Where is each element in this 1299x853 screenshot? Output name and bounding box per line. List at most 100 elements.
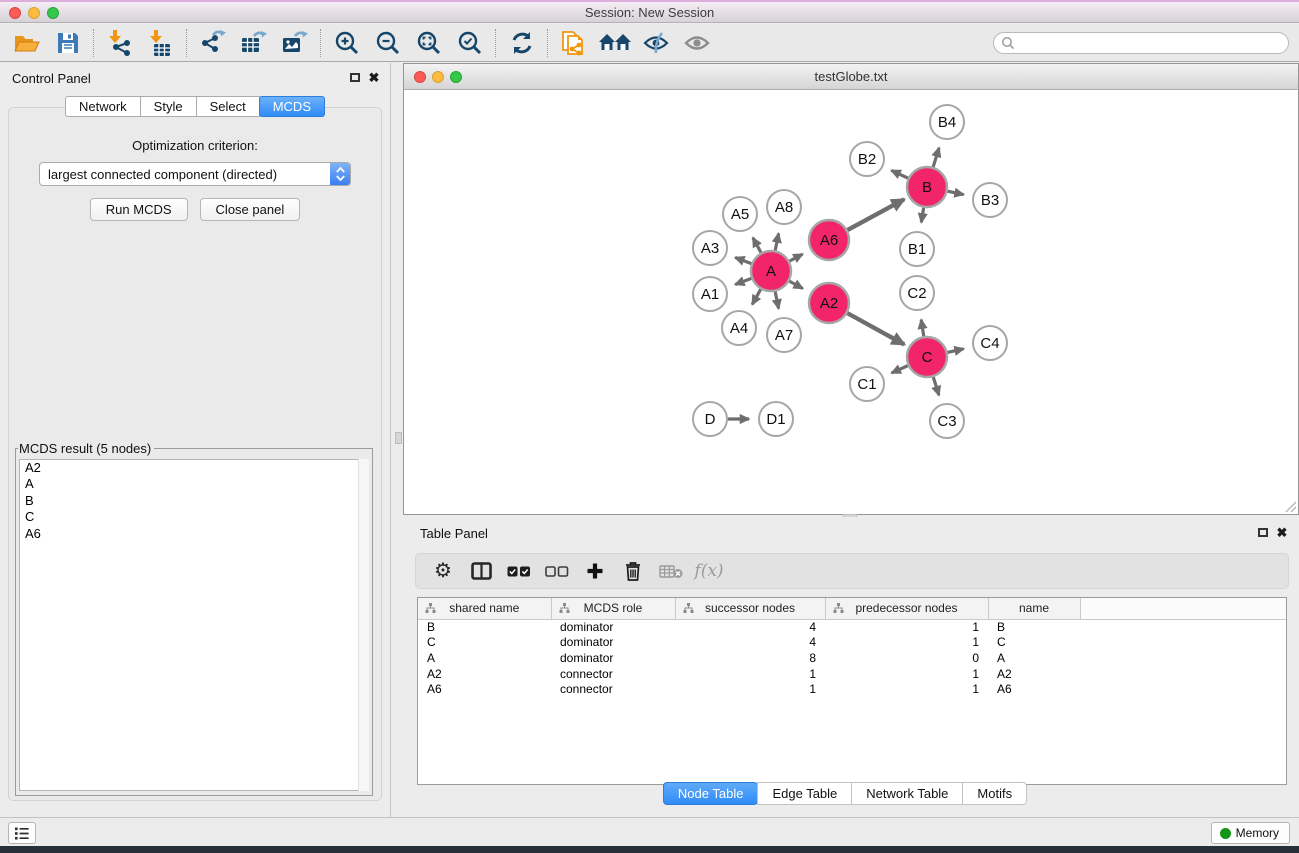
graph-edge-B-B2[interactable] xyxy=(891,170,908,178)
graph-node-A7[interactable]: A7 xyxy=(767,318,801,352)
graph-node-A4[interactable]: A4 xyxy=(722,311,756,345)
table-settings-button[interactable]: ⚙ xyxy=(424,556,462,586)
open-session-button[interactable] xyxy=(6,27,47,59)
deselect-all-rows-button[interactable] xyxy=(538,556,576,586)
function-builder-button[interactable]: f(x) xyxy=(690,556,728,586)
table-cell[interactable]: A2 xyxy=(418,666,551,682)
graph-node-A2[interactable]: A2 xyxy=(809,283,849,323)
graph-edge-A-A8[interactable] xyxy=(775,233,778,250)
result-list-item[interactable]: A xyxy=(20,476,368,492)
refresh-view-button[interactable] xyxy=(501,27,542,59)
show-all-button[interactable] xyxy=(676,27,717,59)
zoom-fit-button[interactable] xyxy=(408,27,449,59)
table-cell[interactable]: 1 xyxy=(675,681,825,697)
table-cell[interactable]: A2 xyxy=(988,666,1080,682)
close-table-panel-button[interactable]: ✖ xyxy=(1275,526,1289,539)
graph-edge-A-A7[interactable] xyxy=(775,292,778,309)
graph-node-B1[interactable]: B1 xyxy=(900,232,934,266)
column-header-predecessor-nodes[interactable]: predecessor nodes xyxy=(825,598,988,619)
float-table-panel-button[interactable] xyxy=(1256,526,1270,539)
column-header-MCDS-role[interactable]: MCDS role xyxy=(551,598,675,619)
import-table-button[interactable] xyxy=(140,27,181,59)
table-cell[interactable]: 1 xyxy=(825,666,988,682)
delete-column-button[interactable] xyxy=(614,556,652,586)
graph-edge-C-C4[interactable] xyxy=(947,349,963,353)
table-row[interactable]: A6connector11A6 xyxy=(418,681,1286,697)
table-cell[interactable]: dominator xyxy=(551,635,675,651)
table-cell[interactable]: A xyxy=(988,650,1080,666)
result-list-item[interactable]: A2 xyxy=(20,460,368,476)
graph-node-A8[interactable]: A8 xyxy=(767,190,801,224)
table-cell[interactable]: connector xyxy=(551,681,675,697)
graph-edge-B-B3[interactable] xyxy=(948,191,964,194)
show-columns-button[interactable] xyxy=(462,556,500,586)
graph-node-D[interactable]: D xyxy=(693,402,727,436)
save-session-button[interactable] xyxy=(47,27,88,59)
tab-edge-table[interactable]: Edge Table xyxy=(757,782,852,805)
graph-node-B4[interactable]: B4 xyxy=(930,105,964,139)
tab-network[interactable]: Network xyxy=(65,96,141,117)
graph-node-C1[interactable]: C1 xyxy=(850,367,884,401)
graph-edge-C-C2[interactable] xyxy=(921,320,924,337)
graph-node-A[interactable]: A xyxy=(751,251,791,291)
graph-edge-A-A2[interactable] xyxy=(789,281,802,288)
table-row[interactable]: Adominator80A xyxy=(418,650,1286,666)
table-cell[interactable]: A xyxy=(418,650,551,666)
graph-edge-A-A3[interactable] xyxy=(735,258,751,264)
window-resize-grip[interactable] xyxy=(1285,501,1297,513)
tab-network-table[interactable]: Network Table xyxy=(851,782,963,805)
tab-node-table[interactable]: Node Table xyxy=(663,782,759,805)
column-header-name[interactable]: name xyxy=(988,598,1080,619)
graph-node-C3[interactable]: C3 xyxy=(930,404,964,438)
graph-edge-A-A5[interactable] xyxy=(753,238,761,253)
table-cell[interactable]: 1 xyxy=(825,619,988,635)
graph-edge-B-B4[interactable] xyxy=(933,148,939,167)
graph-node-B2[interactable]: B2 xyxy=(850,142,884,176)
graph-node-A6[interactable]: A6 xyxy=(809,220,849,260)
table-cell[interactable]: B xyxy=(988,619,1080,635)
network-canvas[interactable]: B4B2BB3A8A5A6A3B1AC2A1A2A4A7C4CC1C3DD1 xyxy=(404,91,1298,514)
search-input[interactable] xyxy=(1019,34,1288,52)
table-cell[interactable]: 1 xyxy=(675,666,825,682)
graph-edge-A-A6[interactable] xyxy=(790,254,803,261)
result-list-item[interactable]: C xyxy=(20,509,368,525)
result-scrollbar[interactable] xyxy=(358,459,369,791)
table-cell[interactable]: C xyxy=(418,635,551,651)
graph-edge-C-C1[interactable] xyxy=(892,366,908,373)
graph-node-B[interactable]: B xyxy=(907,167,947,207)
graph-edge-B-B1[interactable] xyxy=(921,208,923,223)
result-list-item[interactable]: A6 xyxy=(20,526,368,542)
tab-mcds[interactable]: MCDS xyxy=(259,96,325,117)
graph-node-A5[interactable]: A5 xyxy=(723,197,757,231)
task-history-button[interactable] xyxy=(8,822,36,844)
graph-edge-C-C3[interactable] xyxy=(933,377,939,395)
select-all-rows-button[interactable] xyxy=(500,556,538,586)
table-cell[interactable]: dominator xyxy=(551,619,675,635)
graph-edge-A-A4[interactable] xyxy=(752,289,761,304)
table-cell[interactable]: B xyxy=(418,619,551,635)
graph-node-A3[interactable]: A3 xyxy=(693,231,727,265)
column-header-successor-nodes[interactable]: successor nodes xyxy=(675,598,825,619)
first-neighbors-button[interactable] xyxy=(594,27,635,59)
graph-node-C2[interactable]: C2 xyxy=(900,276,934,310)
column-header-shared-name[interactable]: shared name xyxy=(418,598,551,619)
graph-node-B3[interactable]: B3 xyxy=(973,183,1007,217)
graph-edge-A2-C[interactable] xyxy=(847,313,904,344)
graph-edge-A6-B[interactable] xyxy=(847,199,904,230)
table-cell[interactable]: 0 xyxy=(825,650,988,666)
run-mcds-button[interactable]: Run MCDS xyxy=(90,198,188,221)
tab-style[interactable]: Style xyxy=(140,96,197,117)
table-cell[interactable]: dominator xyxy=(551,650,675,666)
graph-node-C4[interactable]: C4 xyxy=(973,326,1007,360)
graph-node-A1[interactable]: A1 xyxy=(693,277,727,311)
import-network-button[interactable] xyxy=(99,27,140,59)
create-column-button[interactable] xyxy=(576,556,614,586)
delete-table-button[interactable] xyxy=(652,556,690,586)
table-cell[interactable]: 8 xyxy=(675,650,825,666)
table-cell[interactable]: C xyxy=(988,635,1080,651)
zoom-selected-button[interactable] xyxy=(449,27,490,59)
optimization-criterion-select[interactable]: largest connected component (directed) xyxy=(39,162,351,186)
graph-edge-A-A1[interactable] xyxy=(735,278,751,284)
float-panel-button[interactable] xyxy=(348,71,362,84)
tab-motifs[interactable]: Motifs xyxy=(962,782,1027,805)
